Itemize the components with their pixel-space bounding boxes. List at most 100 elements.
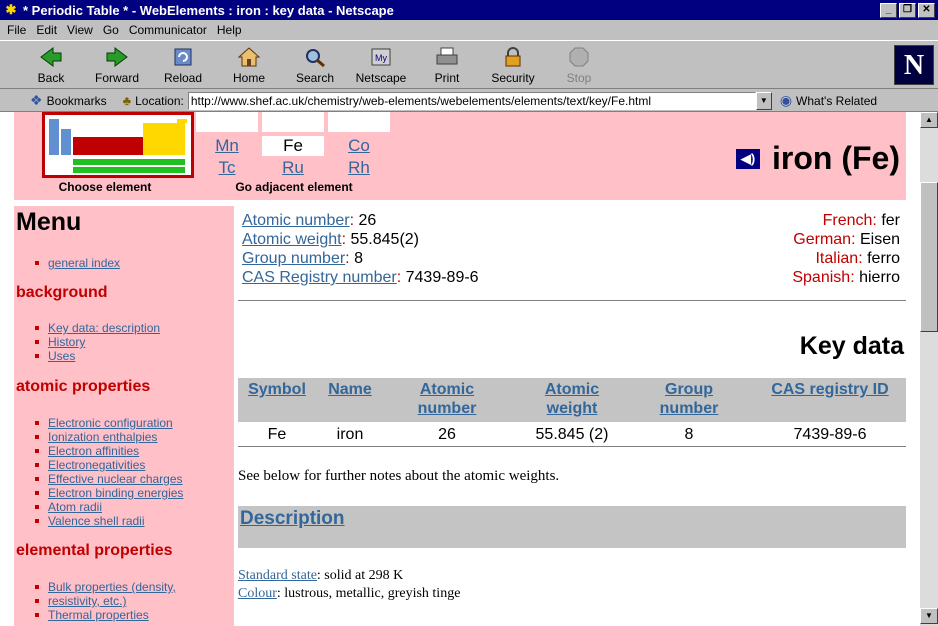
location-icon[interactable]: ♣	[123, 93, 132, 108]
lang-italian-label: Italian	[815, 250, 859, 267]
maximize-button[interactable]: ❐	[899, 2, 916, 18]
cell-atomic-weight: 55.845 (2)	[535, 426, 609, 443]
periodic-table-thumbnail[interactable]	[42, 112, 194, 178]
whats-related-button[interactable]: ◉ What's Related	[780, 92, 877, 109]
menu-background-list: Key data: description History Uses	[34, 321, 160, 363]
menu-link-bulk-properties[interactable]: Bulk properties (density,	[35, 580, 176, 594]
adjacent-rh-link[interactable]: Rh	[328, 158, 390, 178]
menu-help[interactable]: Help	[212, 23, 247, 37]
scroll-thumb[interactable]	[920, 182, 938, 332]
menu-link-history[interactable]: History	[34, 335, 160, 349]
standard-state-link[interactable]: Standard state	[238, 568, 317, 583]
adjacent-ru-link[interactable]: Ru	[262, 158, 324, 178]
reload-button[interactable]: Reload	[150, 42, 216, 88]
menu-link-effective-nuclear-charges[interactable]: Effective nuclear charges	[34, 472, 183, 486]
menu-link-bulk-properties-cont[interactable]: resistivity, etc.)	[35, 594, 176, 608]
colour-link[interactable]: Colour	[238, 586, 277, 601]
window-titlebar: ✱ * Periodic Table * - WebElements : iro…	[0, 0, 938, 20]
adjacent-tc-link[interactable]: Tc	[196, 158, 258, 178]
minimize-button[interactable]: _	[880, 2, 897, 18]
col-name[interactable]: Name	[320, 380, 380, 399]
location-dropdown-icon[interactable]: ▼	[755, 91, 772, 110]
netscape-logo[interactable]: N	[894, 45, 934, 85]
current-element-cell: Fe	[262, 136, 324, 156]
lock-icon	[500, 45, 526, 69]
menu-link-electron-affinities[interactable]: Electron affinities	[34, 444, 183, 458]
back-button[interactable]: Back	[18, 42, 84, 88]
menu-link-atom-radii[interactable]: Atom radii	[34, 500, 183, 514]
security-button[interactable]: Security	[480, 42, 546, 88]
menu-go[interactable]: Go	[98, 23, 124, 37]
stop-label: Stop	[566, 70, 592, 85]
menu-link-general-index[interactable]: general index	[34, 256, 120, 270]
choose-element-label: Choose element	[58, 180, 152, 194]
col-symbol[interactable]: Symbol	[240, 380, 314, 399]
menu-link-uses[interactable]: Uses	[34, 349, 160, 363]
home-label: Home	[232, 70, 265, 85]
adjacent-mn-link[interactable]: Mn	[196, 136, 258, 156]
menu-link-ionization-enthalpies[interactable]: Ionization enthalpies	[34, 430, 183, 444]
search-label: Search	[295, 70, 335, 85]
related-icon: ◉	[779, 92, 793, 108]
adjacent-cell-top-right	[328, 112, 390, 132]
location-input[interactable]: http://www.shef.ac.uk/chemistry/web-elem…	[187, 91, 756, 110]
col-cas-registry-id[interactable]: CAS registry ID	[762, 380, 898, 399]
menu-edit[interactable]: Edit	[31, 23, 62, 37]
menu-link-electron-binding-energies[interactable]: Electron binding energies	[34, 486, 183, 500]
menu-link-key-data[interactable]: Key data: description	[34, 321, 160, 335]
search-button[interactable]: Search	[282, 42, 348, 88]
stop-button[interactable]: Stop	[546, 42, 612, 88]
group-number-link[interactable]: Group number	[242, 250, 345, 267]
netscape-icon: My	[368, 45, 394, 69]
standard-state-value: : solid at 298 K	[316, 568, 404, 583]
menu-bar: File Edit View Go Communicator Help	[0, 20, 938, 40]
print-icon	[434, 45, 460, 69]
standard-state-row: Standard state: solid at 298 K	[238, 568, 403, 584]
menu-link-thermal-properties[interactable]: Thermal properties	[35, 608, 176, 622]
atomic-weight-row: Atomic weight: 55.845(2)	[242, 231, 419, 248]
col-atomic-weight[interactable]: Atomic weight	[524, 380, 620, 418]
element-info: Atomic number: 26 Atomic weight: 55.845(…	[242, 212, 904, 290]
group-number-value: 8	[354, 250, 363, 267]
name-german-row: German: Eisen	[793, 231, 900, 248]
menu-communicator[interactable]: Communicator	[124, 23, 212, 37]
col-group-number[interactable]: Group number	[644, 380, 734, 418]
description-heading-link[interactable]: Description	[240, 508, 345, 530]
scroll-up-button[interactable]: ▲	[920, 112, 938, 128]
description-band: Description	[238, 506, 906, 548]
window-title: * Periodic Table * - WebElements : iron …	[23, 2, 394, 18]
forward-button[interactable]: Forward	[84, 42, 150, 88]
lang-spanish-label: Spanish	[792, 269, 851, 286]
scroll-down-button[interactable]: ▼	[920, 608, 938, 624]
lang-french-label: French	[822, 212, 873, 229]
key-data-heading: Key data	[799, 332, 904, 360]
vertical-scrollbar[interactable]: ▲ ▼	[920, 112, 938, 626]
adjacent-co-link[interactable]: Co	[328, 136, 390, 156]
menu-view[interactable]: View	[62, 23, 98, 37]
atomic-number-row: Atomic number: 26	[242, 212, 377, 229]
atomic-weight-link[interactable]: Atomic weight	[242, 231, 342, 248]
home-button[interactable]: Home	[216, 42, 282, 88]
cas-number-link[interactable]: CAS Registry number	[242, 269, 397, 286]
close-button[interactable]: ✕	[918, 2, 935, 18]
colour-row: Colour: lustrous, metallic, greyish ting…	[238, 586, 460, 602]
atomic-number-link[interactable]: Atomic number	[242, 212, 350, 229]
cell-atomic-number: 26	[438, 426, 456, 443]
forward-arrow-icon	[104, 45, 130, 69]
col-atomic-number[interactable]: Atomic number	[404, 380, 490, 418]
bookmarks-label: Bookmarks	[46, 93, 107, 108]
lang-german-label: German	[793, 231, 852, 248]
divider	[238, 300, 906, 302]
menu-file[interactable]: File	[2, 23, 31, 37]
home-icon	[236, 45, 262, 69]
bookmarks-icon: ❖	[30, 92, 43, 108]
menu-link-valence-shell-radii[interactable]: Valence shell radii	[34, 514, 183, 528]
netscape-button[interactable]: My Netscape	[348, 42, 414, 88]
netscape-window-icon[interactable]: ✱	[3, 2, 19, 18]
menu-link-electronic-configuration[interactable]: Electronic configuration	[34, 416, 183, 430]
speaker-icon[interactable]: ◀)	[736, 148, 761, 169]
cas-number-value: 7439-89-6	[405, 269, 479, 286]
print-button[interactable]: Print	[414, 42, 480, 88]
bookmarks-button[interactable]: ❖ Bookmarks	[30, 92, 107, 109]
menu-link-electronegativities[interactable]: Electronegativities	[34, 458, 183, 472]
